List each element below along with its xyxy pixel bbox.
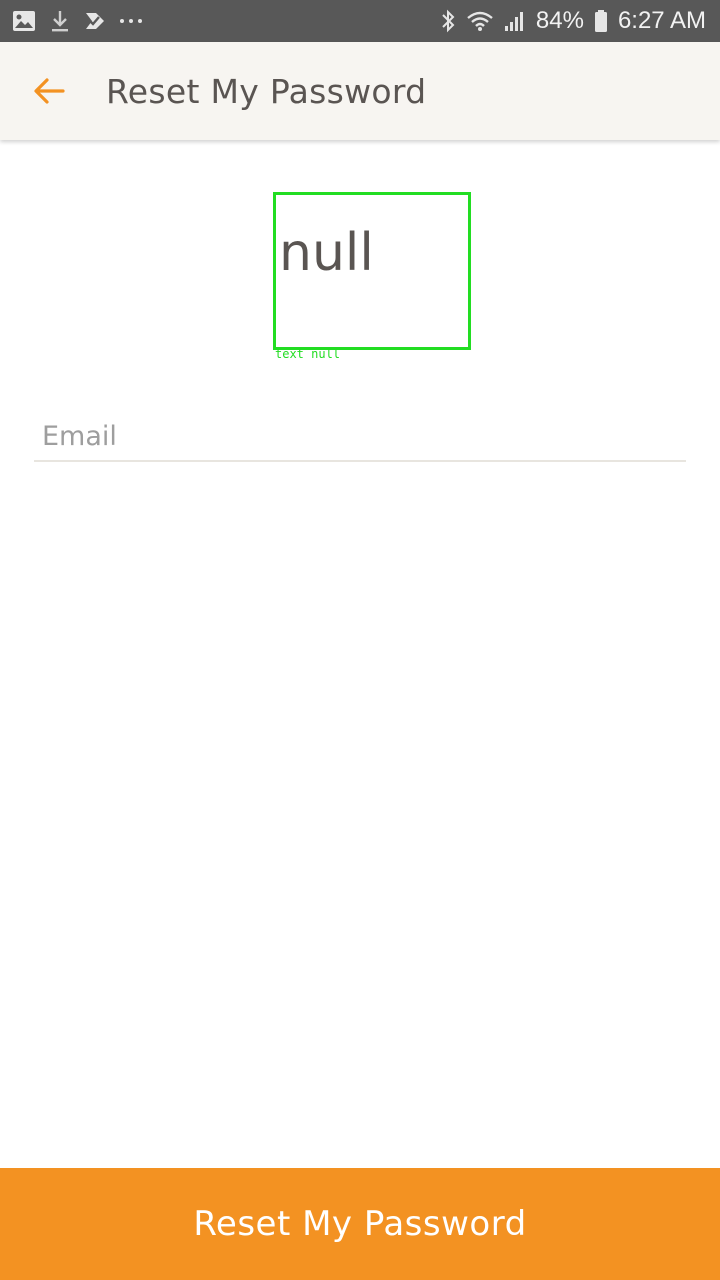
reset-password-button[interactable]: Reset My Password bbox=[0, 1168, 720, 1280]
bluetooth-icon bbox=[440, 9, 456, 33]
status-bar-right: 84% 6:27 AM bbox=[430, 7, 706, 35]
signal-icon bbox=[504, 10, 526, 32]
logo-placeholder: null bbox=[273, 192, 471, 350]
logo-caption: text null bbox=[275, 347, 341, 361]
image-icon bbox=[12, 10, 36, 32]
status-bar-left bbox=[12, 9, 161, 33]
wifi-icon bbox=[466, 10, 494, 32]
arrow-left-icon bbox=[33, 77, 65, 105]
more-dots-icon bbox=[120, 19, 147, 23]
download-icon bbox=[50, 9, 70, 33]
reset-button-label: Reset My Password bbox=[193, 1204, 527, 1244]
clock-time: 6:27 AM bbox=[617, 7, 706, 34]
checkmark-app-icon bbox=[84, 10, 106, 32]
app-bar: Reset My Password bbox=[0, 42, 720, 140]
email-field[interactable] bbox=[34, 412, 686, 462]
battery-icon bbox=[594, 9, 608, 33]
back-button[interactable] bbox=[12, 42, 86, 140]
status-bar: 84% 6:27 AM bbox=[0, 0, 720, 42]
battery-percentage: 84% bbox=[535, 7, 584, 34]
logo-text: null bbox=[279, 223, 374, 283]
page-title: Reset My Password bbox=[106, 71, 427, 111]
